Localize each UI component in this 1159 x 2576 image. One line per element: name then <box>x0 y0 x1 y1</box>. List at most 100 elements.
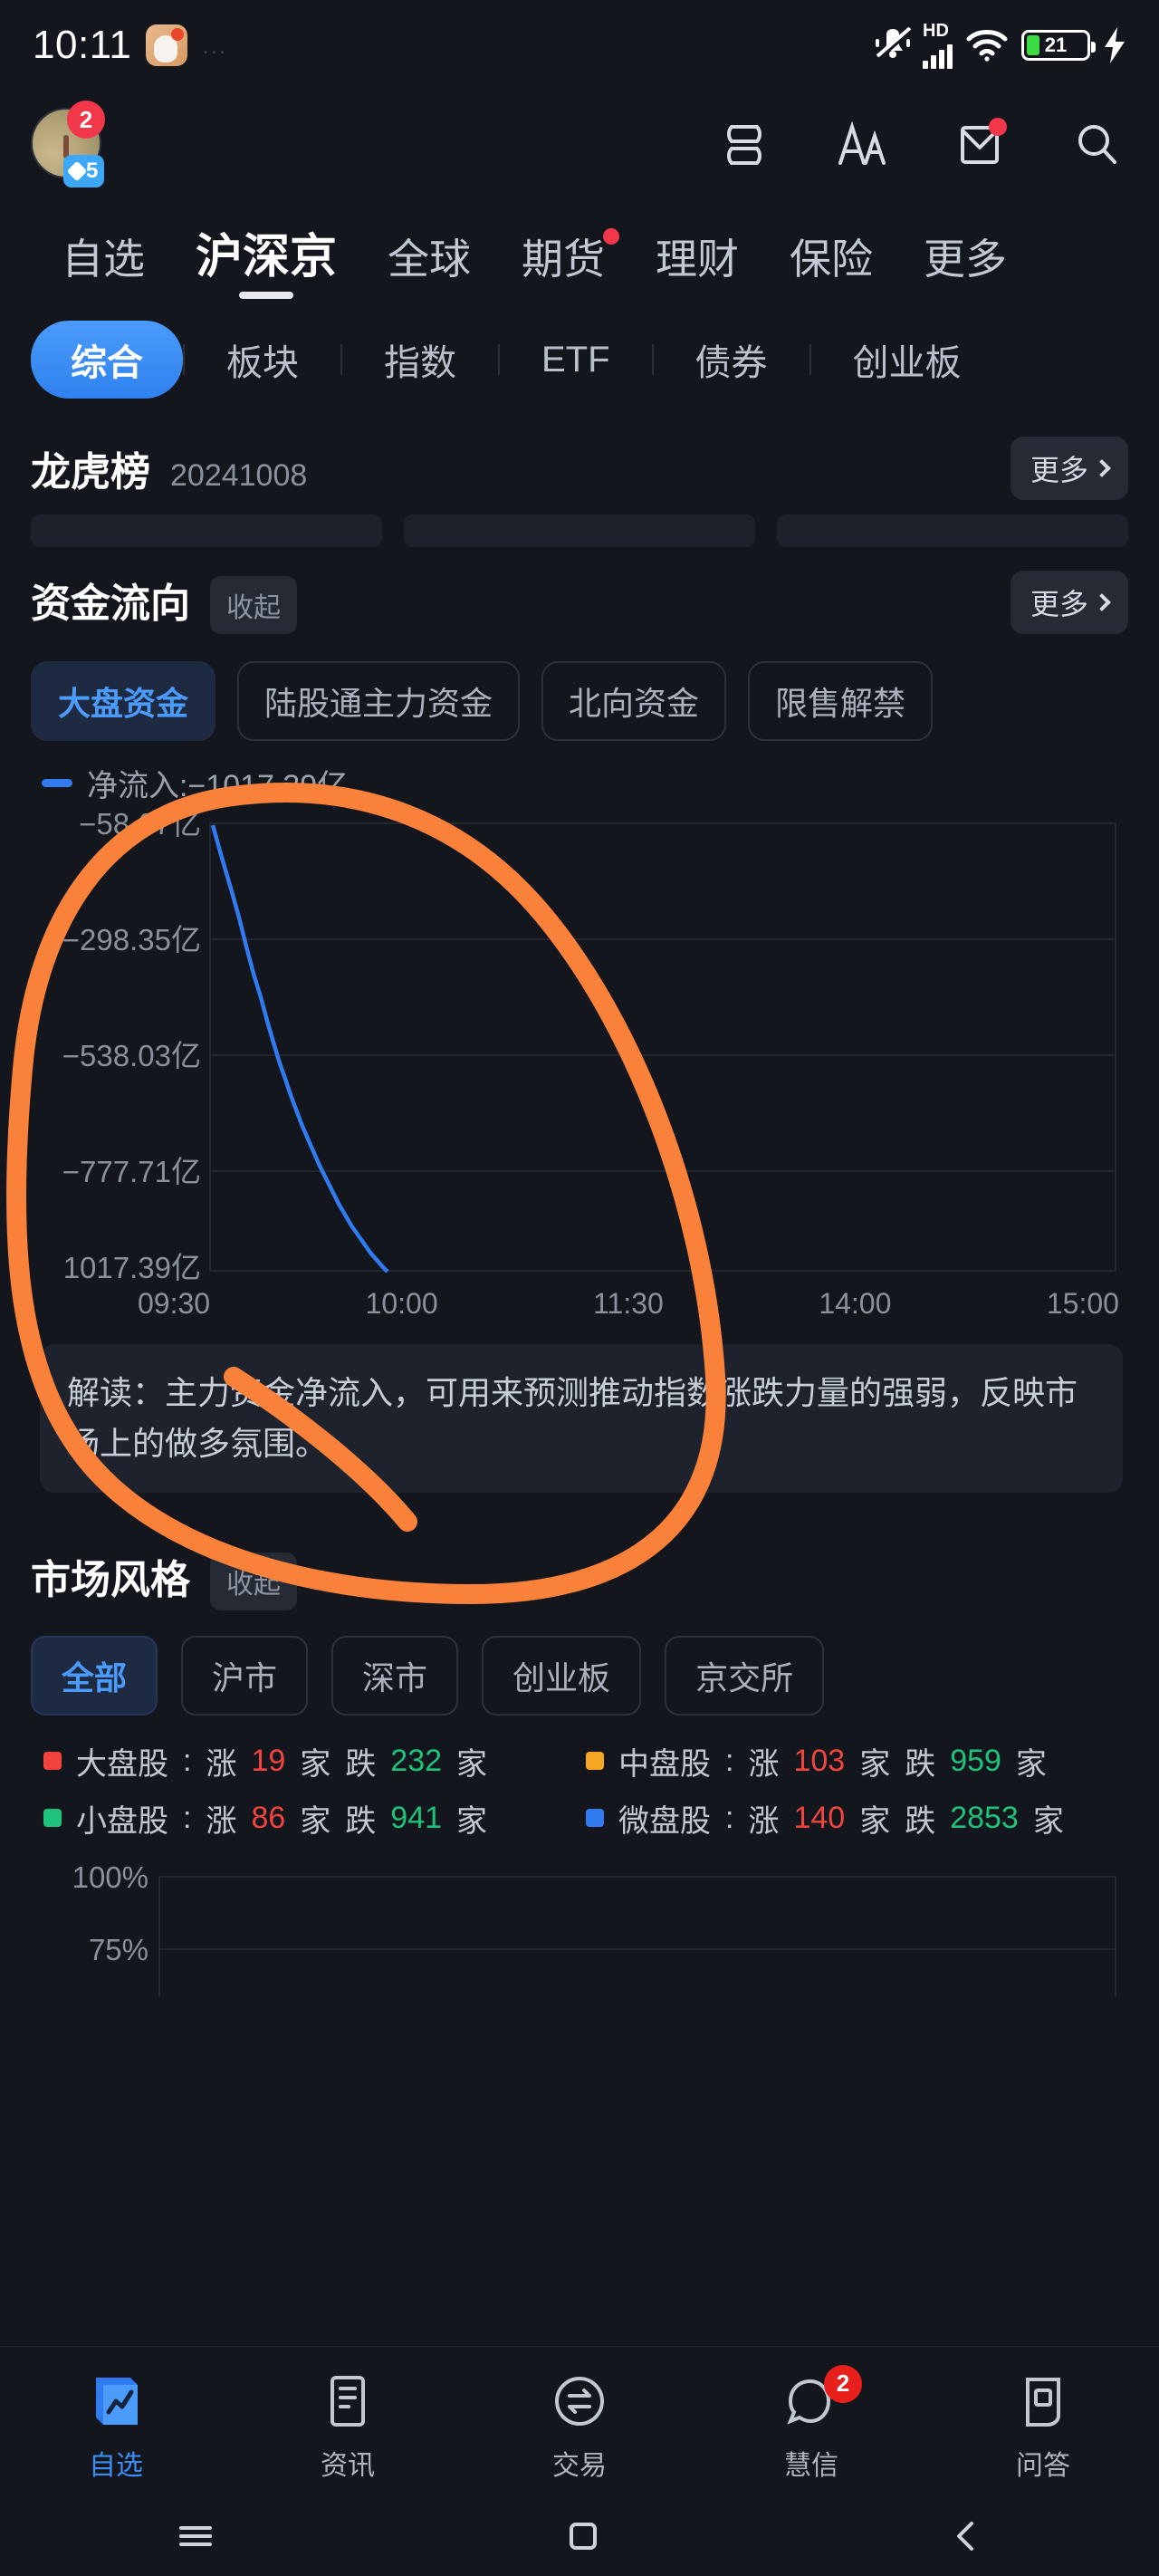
legend-down-label: 跌 <box>905 1803 936 1839</box>
legend-item-zhongpangu[interactable]: 中盘股: 涨 103 家 跌 959 家 <box>586 1739 1128 1783</box>
placeholder-card <box>31 514 382 547</box>
legend-item-dapangu[interactable]: 大盘股: 涨 19 家 跌 232 家 <box>43 1739 586 1783</box>
news-doc-icon <box>330 2375 365 2427</box>
fund-flow-chart-svg: −58.67亿 −298.35亿 −538.03亿 −777.71亿 1017.… <box>62 811 1116 1282</box>
market-style-collapse-button[interactable]: 收起 <box>210 1552 297 1610</box>
bottom-chart-y-tick-100: 100% <box>72 1860 148 1894</box>
chart-series-line <box>210 824 389 1274</box>
legend-down-label: 跌 <box>905 1746 936 1782</box>
legend-up-label: 涨 <box>206 1803 237 1839</box>
legend-color-marker <box>586 1809 604 1828</box>
battery-percent: 21 <box>1044 34 1068 56</box>
fund-flow-more-button[interactable]: 更多 <box>1010 571 1128 634</box>
legend-unit: 家 <box>456 1746 488 1782</box>
avatar[interactable]: 2 5 <box>31 101 105 187</box>
main-tab-qihuo[interactable]: 期货 <box>496 226 630 301</box>
legend-color-marker <box>586 1752 604 1771</box>
fund-tab-beixiang[interactable]: 北向资金 <box>541 661 727 741</box>
dragon-tiger-title-group: 龙虎榜 20241008 <box>31 439 307 497</box>
chip-hushi[interactable]: 沪市 <box>181 1635 309 1716</box>
fund-flow-collapse-button[interactable]: 收起 <box>210 576 297 634</box>
legend-unit: 家 <box>300 1803 331 1839</box>
legend-down-label: 跌 <box>345 1803 377 1839</box>
x-tick-1000: 10:00 <box>365 1287 438 1320</box>
legend-unit: 家 <box>456 1803 488 1839</box>
sub-tab-zhaiquan[interactable]: 债券 <box>654 333 809 386</box>
chip-chuangyeban[interactable]: 创业板 <box>482 1635 642 1716</box>
bottom-nav-label: 慧信 <box>784 2450 838 2481</box>
bottom-nav-jiaoyi[interactable]: 交易 <box>498 2372 661 2483</box>
legend-label: 净流入:−1017.39亿 <box>87 769 349 803</box>
home-icon[interactable] <box>563 2516 603 2561</box>
fund-tab-xianshoujiejin[interactable]: 限售解禁 <box>748 661 934 741</box>
sub-tab-etf[interactable]: ETF <box>500 340 652 380</box>
menu-icon[interactable] <box>172 2518 219 2559</box>
x-tick-0930: 09:30 <box>138 1287 211 1320</box>
chip-shenshi[interactable]: 深市 <box>331 1635 459 1716</box>
search-icon[interactable] <box>1072 120 1123 170</box>
fund-flow-tab-bar: 大盘资金 陆股通主力资金 北向资金 限售解禁 <box>0 643 1159 746</box>
battery-icon: 21 <box>1021 30 1096 61</box>
dragon-tiger-more-button[interactable]: 更多 <box>1010 437 1128 500</box>
fund-tab-dapanzijin[interactable]: 大盘资金 <box>31 661 216 741</box>
legend-down-value: 941 <box>390 1800 443 1835</box>
market-style-filter-bar: 全部 沪市 深市 创业板 京交所 <box>0 1620 1159 1719</box>
bottom-nav-label: 问答 <box>1016 2450 1070 2481</box>
main-tab-label: 理财 <box>656 235 740 283</box>
fund-flow-chart[interactable]: −58.67亿 −298.35亿 −538.03亿 −777.71亿 1017.… <box>33 811 1123 1282</box>
legend-name: 大盘股 <box>76 1746 168 1782</box>
bottom-nav-zixun[interactable]: 资讯 <box>266 2372 429 2483</box>
sub-tab-bar: 综合 板块 指数 ETF 债券 创业板 <box>0 301 1159 413</box>
main-tab-gengduo[interactable]: 更多 <box>898 226 1032 301</box>
svg-text:−298.35亿: −298.35亿 <box>62 923 201 956</box>
sub-tab-zhishu[interactable]: 指数 <box>342 333 498 386</box>
legend-down-value: 2853 <box>950 1800 1019 1835</box>
legend-colon: : <box>183 1743 192 1778</box>
avatar-level-badge: 5 <box>63 155 105 187</box>
sub-tab-zonghe[interactable]: 综合 <box>31 321 183 399</box>
market-style-title-group: 市场风格 收起 <box>31 1547 297 1610</box>
avatar-level-value: 5 <box>86 159 99 183</box>
mail-icon[interactable] <box>954 118 1007 170</box>
main-tab-baoxian[interactable]: 保险 <box>764 226 898 301</box>
legend-up-label: 涨 <box>748 1803 780 1839</box>
x-tick-1500: 15:00 <box>1046 1287 1119 1320</box>
chevron-right-icon <box>1093 593 1111 611</box>
legend-unit: 家 <box>859 1746 891 1782</box>
mail-unread-dot <box>989 118 1007 136</box>
market-style-chart[interactable]: 100% 75% <box>33 1860 1123 1996</box>
font-size-icon[interactable] <box>837 120 887 170</box>
legend-item-xiaopangu[interactable]: 小盘股: 涨 86 家 跌 941 家 <box>43 1796 586 1841</box>
bottom-nav-wenda[interactable]: 问答 <box>962 2372 1125 2483</box>
bottom-nav-zixuan[interactable]: 自选 <box>34 2372 197 2483</box>
sub-tab-bankuai[interactable]: 板块 <box>185 333 340 386</box>
page-title-fund-flow: 资金流向 <box>31 582 190 626</box>
page-title-dragon-tiger: 龙虎榜 <box>31 450 150 495</box>
back-icon[interactable] <box>947 2516 987 2561</box>
main-tab-hushenjing[interactable]: 沪深京 <box>170 218 362 301</box>
more-label: 更多 <box>1030 454 1088 486</box>
diamond-icon <box>66 160 88 182</box>
legend-unit: 家 <box>1015 1746 1047 1782</box>
legend-up-label: 涨 <box>748 1746 780 1782</box>
legend-item-weipangu[interactable]: 微盘股: 涨 140 家 跌 2853 家 <box>586 1796 1128 1841</box>
dragon-tiger-date: 20241008 <box>170 458 308 493</box>
sub-tab-chuangyeban[interactable]: 创业板 <box>811 333 1003 386</box>
main-tab-quanqiu[interactable]: 全球 <box>362 226 496 301</box>
legend-up-value: 86 <box>251 1800 286 1835</box>
fund-tab-lugutong[interactable]: 陆股通主力资金 <box>237 661 521 741</box>
legend-up-value: 103 <box>793 1743 846 1778</box>
legend-color-marker <box>42 779 72 787</box>
hd-label: HD <box>923 21 949 41</box>
bottom-nav-huixin[interactable]: 2 慧信 <box>730 2364 893 2483</box>
charging-bolt-icon <box>1103 27 1126 63</box>
chart-y-tick-labels: −58.67亿 −298.35亿 −538.03亿 −777.71亿 1017.… <box>62 811 201 1282</box>
bottom-nav-label: 自选 <box>89 2450 143 2481</box>
chart-book-icon <box>96 2377 138 2425</box>
chip-jingjiaosuo[interactable]: 京交所 <box>665 1635 825 1716</box>
chip-quanbu[interactable]: 全部 <box>31 1635 158 1716</box>
main-tab-licai[interactable]: 理财 <box>630 226 764 301</box>
layout-icon[interactable] <box>719 120 770 170</box>
status-ghost-text: ... <box>202 31 228 59</box>
main-tab-zixuan[interactable]: 自选 <box>36 226 170 301</box>
